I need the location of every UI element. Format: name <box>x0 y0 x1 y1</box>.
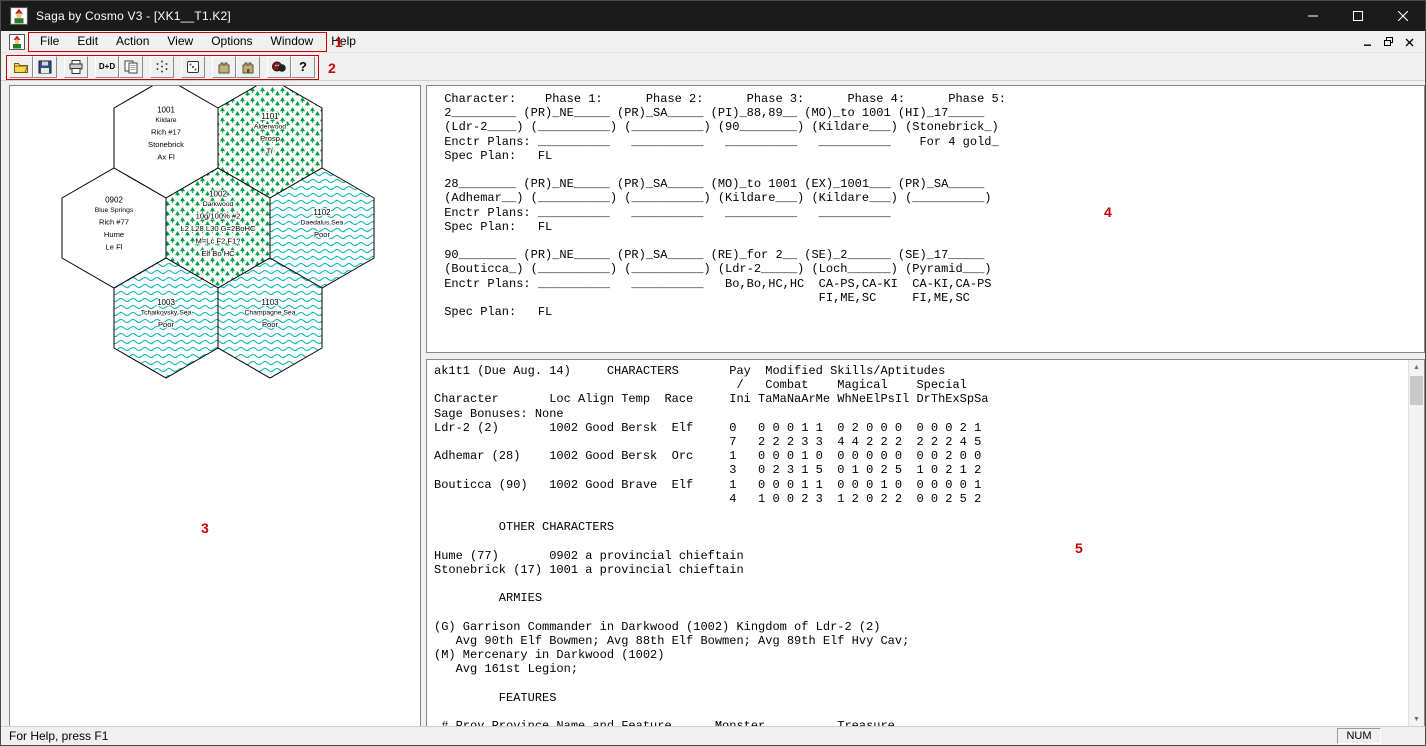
hex-1003-label: Poor <box>158 320 175 329</box>
hex-0902-label: Le Fl <box>106 243 123 252</box>
hex-0902-label: Blue Springs <box>95 207 134 214</box>
save-button[interactable] <box>33 56 57 78</box>
open-folder-icon <box>13 59 29 75</box>
hex-1102-label: Poor <box>314 230 331 239</box>
hex-0902-label: Rich #77 <box>99 218 129 227</box>
hex-0902-label: Hume <box>104 230 124 239</box>
hex-1002-label: Elf Bo HC <box>201 249 235 258</box>
castle-button-2[interactable] <box>236 56 260 78</box>
hex-1003-label: Tchaikovsky Sea <box>141 310 192 317</box>
hex-1101-label: Alderwood <box>254 123 286 130</box>
print-button[interactable] <box>64 56 88 78</box>
title-bar[interactable]: Saga by Cosmo V3 - [XK1__T1.K2] <box>1 1 1425 31</box>
hex-1101-label: Prosp <box>260 134 280 143</box>
dd-label: D+D <box>99 62 115 71</box>
hex-1002-label: M=Lc F2 F1? <box>196 236 241 245</box>
forms-pages-icon <box>123 59 139 75</box>
close-icon <box>1398 11 1408 21</box>
hex-1103-label: 1103 <box>261 298 279 307</box>
toolbar: D+D <box>1 53 1425 81</box>
dice-button[interactable] <box>181 56 205 78</box>
hex-1001-label: Kildare <box>155 117 176 124</box>
report-scrollbar[interactable]: ▲ ▼ <box>1408 360 1424 727</box>
phase-plans-text: Character: Phase 1: Phase 2: Phase 3: Ph… <box>427 86 1424 319</box>
scrollbar-thumb[interactable] <box>1410 376 1423 405</box>
phase-plans-panel[interactable]: Character: Phase 1: Phase 2: Phase 3: Ph… <box>426 85 1425 353</box>
mdi-minimize-icon <box>1363 37 1373 47</box>
hex-1001-label: Ax Fl <box>157 153 175 162</box>
hex-1103-label: Poor <box>262 320 279 329</box>
hex-1102-label: 1102 <box>313 208 331 217</box>
minimize-icon <box>1308 11 1318 21</box>
menu-window[interactable]: Window <box>262 31 323 52</box>
menu-options[interactable]: Options <box>202 31 261 52</box>
mdi-minimize-button[interactable] <box>1358 34 1377 50</box>
app-window: Saga by Cosmo V3 - [XK1__T1.K2] File Edi… <box>0 0 1426 746</box>
floppy-disk-icon <box>37 59 53 75</box>
open-button[interactable] <box>9 56 33 78</box>
hex-1102-label: Daedalus Sea <box>301 220 344 227</box>
scroll-down-arrow-icon[interactable]: ▼ <box>1409 712 1424 727</box>
status-bar: For Help, press F1 NUM <box>1 726 1425 745</box>
menu-edit[interactable]: Edit <box>68 31 107 52</box>
menu-bar: File Edit Action View Options Window Hel… <box>1 31 1425 53</box>
mdi-close-button[interactable] <box>1400 34 1419 50</box>
hex-1101-label: 1101 <box>261 112 279 121</box>
dd-button[interactable]: D+D <box>95 56 119 78</box>
minimize-button[interactable] <box>1290 1 1335 31</box>
menu-file[interactable]: File <box>31 31 68 52</box>
help-icon: ? <box>299 59 307 74</box>
app-icon <box>10 7 28 25</box>
mdi-close-icon <box>1405 38 1414 47</box>
mdi-restore-icon <box>1383 37 1394 47</box>
forms-button[interactable] <box>119 56 143 78</box>
hex-1103-label: Champagne Sea <box>244 310 295 317</box>
document-app-icon <box>9 34 25 50</box>
close-button[interactable] <box>1380 1 1425 31</box>
maximize-icon <box>1353 11 1363 21</box>
masks-icon <box>271 59 287 75</box>
maximize-button[interactable] <box>1335 1 1380 31</box>
hex-1002-label: L2 L28 L30 G=2BoHC <box>181 224 256 233</box>
help-button[interactable]: ? <box>291 56 315 78</box>
hex-1001-label: Stonebrick <box>148 140 184 149</box>
num-lock-indicator: NUM <box>1337 728 1381 744</box>
menu-action[interactable]: Action <box>107 31 158 52</box>
hex-1001-label: Rich #17 <box>151 128 181 137</box>
hex-0902-label: 0902 <box>105 196 123 205</box>
castle-keep-icon <box>240 59 256 75</box>
menu-help[interactable]: Help <box>322 31 365 52</box>
masks-button[interactable] <box>267 56 291 78</box>
status-help-text: For Help, press F1 <box>9 729 108 743</box>
hexgrid-button[interactable] <box>150 56 174 78</box>
hex-1002-label: 10g/100% #2 <box>196 211 241 220</box>
hex-1003-label: 1003 <box>157 298 175 307</box>
dice-icon <box>185 59 201 75</box>
window-title: Saga by Cosmo V3 - [XK1__T1.K2] <box>36 9 231 23</box>
turn-report-text: ak1t1 (Due Aug. 14) CHARACTERS Pay Modif… <box>427 360 1424 728</box>
hex-map-panel[interactable]: 1001 Kildare Rich #17 Stonebrick Ax Fl 1101 Al… <box>9 85 421 728</box>
mdi-restore-button[interactable] <box>1379 34 1398 50</box>
turn-report-panel[interactable]: ak1t1 (Due Aug. 14) CHARACTERS Pay Modif… <box>426 359 1425 728</box>
hex-1002-label: 1002 <box>209 189 227 198</box>
menu-view[interactable]: View <box>158 31 202 52</box>
hex-grid-icon <box>154 59 170 75</box>
hex-1001-label: 1001 <box>157 106 175 115</box>
hex-1101-label: Tr <box>267 146 274 155</box>
castle-button-1[interactable] <box>212 56 236 78</box>
hex-map: 1001 Kildare Rich #17 Stonebrick Ax Fl 1101 Al… <box>10 86 420 727</box>
hex-1002-label: Darkwood <box>203 201 234 208</box>
castle-icon <box>216 59 232 75</box>
printer-icon <box>68 59 84 75</box>
scroll-up-arrow-icon[interactable]: ▲ <box>1409 360 1424 375</box>
